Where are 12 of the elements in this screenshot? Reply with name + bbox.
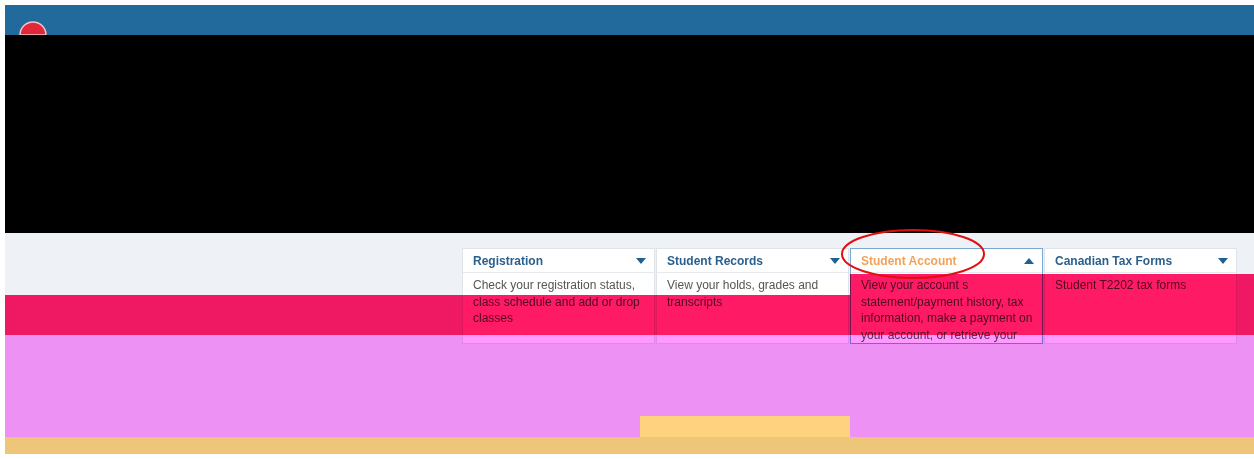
menu-description: View your account s statement/payment history, tax information, make a payment on your account, or retrieve your (860, 277, 1034, 343)
caret-up-icon[interactable] (1024, 257, 1034, 264)
caret-down-icon[interactable] (636, 257, 646, 264)
caret-down-icon[interactable] (830, 257, 840, 264)
menu-description: View your holds, grades and transcripts (666, 277, 820, 311)
menu-description: Student T2202 tax forms (1054, 277, 1188, 294)
menu-title[interactable]: Registration (473, 253, 543, 268)
caret-down-icon[interactable] (1218, 257, 1228, 264)
menu-title[interactable]: Canadian Tax Forms (1055, 253, 1173, 268)
logo-icon (19, 19, 47, 35)
menu-description: Check your registration status, class schedule and add or drop classes (472, 277, 641, 327)
menu-title[interactable]: Student Records (667, 253, 763, 268)
